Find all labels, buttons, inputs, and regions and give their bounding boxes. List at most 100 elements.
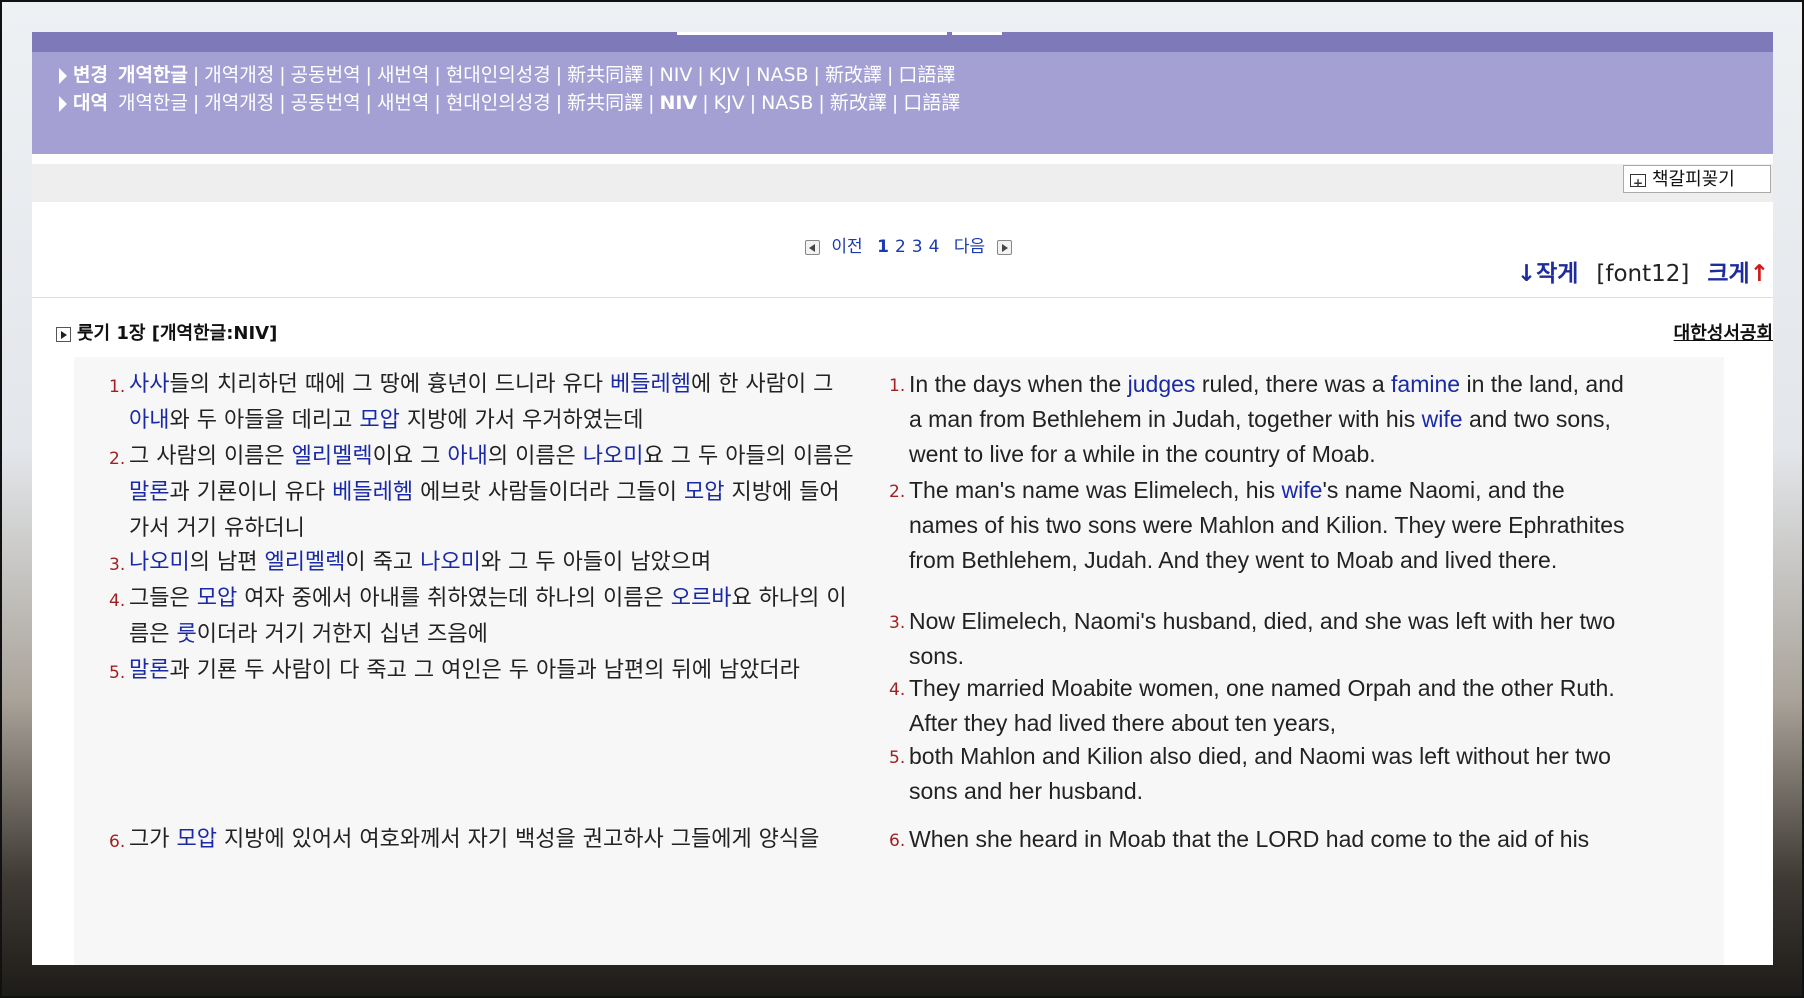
version-link[interactable]: 공동번역	[291, 64, 361, 86]
keyword-link[interactable]: 아내	[447, 444, 487, 469]
keyword-link[interactable]: 말론	[129, 658, 169, 683]
font-larger-button[interactable]: 크게↑	[1707, 261, 1769, 287]
keyword-link[interactable]: 엘리멜렉	[292, 444, 373, 469]
version-link[interactable]: 口語譯	[903, 92, 960, 114]
verse-number: 1.	[889, 376, 906, 396]
version-link[interactable]: NASB	[756, 64, 808, 86]
version-link[interactable]: 新改譯	[830, 92, 887, 114]
version-link[interactable]: NASB	[761, 92, 813, 114]
verse-number: 5.	[109, 663, 126, 683]
keyword-link[interactable]: 나오미	[420, 550, 481, 575]
bible-page: 변경 개역한글 | 개역개정 | 공동번역 | 새번역 | 현대인의성경 | 新共同譯 | NIV | KJV…	[32, 32, 1773, 965]
row-label: 변경	[73, 64, 108, 86]
separator: |	[555, 92, 563, 114]
verse-text: 그 사람의 이름은	[129, 444, 292, 469]
keyword-link[interactable]: 아내	[129, 408, 169, 433]
keyword-link[interactable]: 베들레헴	[610, 372, 691, 397]
version-link[interactable]: 口語譯	[898, 64, 955, 86]
verse: 5. 말론과 기룐 두 사람이 다 죽고 그 여인은 두 아들과 남편의 뒤에 남…	[109, 653, 859, 689]
separator: |	[434, 64, 441, 86]
separator: |	[697, 64, 704, 86]
next-arrow-icon[interactable]	[996, 239, 1012, 255]
verse-text: 지방에 있어서 여호와께서 자기 백성을 권고하사 그들에게 양식을	[216, 827, 820, 852]
keyword-link[interactable]: judges	[1128, 371, 1196, 397]
keyword-link[interactable]: 오르바	[671, 586, 732, 611]
page-link[interactable]: 2	[895, 237, 906, 257]
verse-text: 그가	[129, 827, 177, 852]
keyword-link[interactable]: wife	[1422, 406, 1463, 432]
keyword-link[interactable]: 나오미	[129, 550, 190, 575]
page-link[interactable]: 4	[929, 237, 940, 257]
verse-number: 3.	[889, 613, 906, 633]
verse-number: 5.	[889, 748, 906, 768]
separator: |	[886, 64, 894, 86]
keyword-link[interactable]: famine	[1391, 371, 1460, 397]
version-link[interactable]: 현대인의성경	[446, 64, 551, 86]
keyword-link[interactable]: 모압	[197, 586, 237, 611]
version-link[interactable]: 新共同譯	[567, 92, 643, 114]
separator: |	[555, 64, 563, 86]
top-tab-left	[677, 32, 947, 35]
version-link[interactable]: NIV	[660, 64, 693, 86]
keyword-link[interactable]: wife	[1282, 477, 1323, 503]
verse: 2. The man's name was Elimelech, his wife…	[889, 473, 1629, 578]
change-version-row: 변경 개역한글 | 개역개정 | 공동번역 | 새번역 | 현대인의성경 | 新共同譯 | NIV | KJV…	[59, 60, 955, 90]
version-link[interactable]: 개역개정	[204, 64, 274, 86]
font-smaller-button[interactable]: ↓작게	[1517, 261, 1579, 287]
version-link[interactable]: 새번역	[377, 64, 429, 86]
separator: |	[813, 64, 820, 86]
page-link[interactable]: 3	[912, 237, 923, 257]
separator: |	[192, 64, 200, 86]
separator: |	[192, 92, 200, 114]
verse-text: 여자 중에서 아내를 취하였는데 하나의 이름은	[237, 586, 671, 611]
version-link[interactable]: KJV	[709, 64, 740, 86]
version-link[interactable]: 개역한글	[118, 92, 188, 114]
verse-number: 2.	[109, 449, 126, 469]
version-link[interactable]: KJV	[714, 92, 745, 114]
verse-text: In the days when the	[909, 371, 1128, 397]
version-link[interactable]: 新共同譯	[567, 64, 643, 86]
verse-text: The man's name was Elimelech, his	[909, 477, 1282, 503]
separator: |	[279, 92, 286, 114]
version-link[interactable]: 공동번역	[291, 92, 361, 114]
version-link[interactable]: 새번역	[377, 92, 429, 114]
keyword-link[interactable]: 나오미	[583, 444, 644, 469]
verse: 6. 그가 모압 지방에 있어서 여호와께서 자기 백성을 권고하사 그들에게 양…	[109, 822, 859, 858]
verse-number: 4.	[109, 591, 126, 611]
publisher-link[interactable]: 대한성서공회	[1674, 322, 1773, 346]
version-link[interactable]: 현대인의성경	[446, 92, 551, 114]
verse-text: 이요 그	[372, 444, 448, 469]
version-link[interactable]: 新改譯	[825, 64, 882, 86]
keyword-link[interactable]: 룻	[176, 622, 196, 647]
keyword-link[interactable]: 모압	[176, 827, 216, 852]
keyword-link[interactable]: 말론	[129, 480, 169, 505]
verse-text: 와 그 두 아들이 남았으며	[480, 550, 712, 575]
top-tab-right	[952, 32, 1002, 35]
verse: 4. They married Moabite women, one named …	[889, 671, 1629, 741]
separator: |	[648, 92, 655, 114]
bookmark-label: 책갈피꽂기	[1652, 169, 1735, 190]
top-strip	[32, 32, 1773, 52]
verse-text: 의 남편	[189, 550, 265, 575]
bookmark-button[interactable]: 책갈피꽂기	[1623, 165, 1771, 197]
keyword-link[interactable]: 모압	[684, 480, 724, 505]
next-link[interactable]: 다음	[954, 237, 985, 257]
version-link[interactable]: 개역한글	[118, 64, 188, 86]
keyword-link[interactable]: 모압	[359, 408, 399, 433]
version-link[interactable]: 개역개정	[204, 92, 274, 114]
keyword-link[interactable]: 엘리멜렉	[264, 550, 345, 575]
keyword-link[interactable]: 베들레헴	[332, 480, 413, 505]
up-arrow-icon: ↑	[1749, 261, 1769, 287]
chapter-header: 룻기 1장 [개역한글:NIV]	[56, 322, 277, 346]
compare-version-row: 대역 개역한글 | 개역개정 | 공동번역 | 새번역 | 현대인의성경 | 新共同譯 | NIV | KJV…	[59, 88, 960, 118]
bookmark-bar: 책갈피꽂기	[32, 164, 1773, 202]
page-link[interactable]: 1	[877, 237, 889, 257]
keyword-link[interactable]: 사사	[129, 372, 169, 397]
play-icon[interactable]	[56, 326, 71, 342]
prev-arrow-icon[interactable]	[805, 239, 820, 255]
prev-link[interactable]: 이전	[831, 237, 862, 257]
verse-text: 이더라 거기 거한지 십년 즈음에	[196, 622, 488, 647]
version-link[interactable]: NIV	[660, 92, 698, 114]
verse-text: 와 두 아들을 데리고	[169, 408, 360, 433]
separator: |	[744, 64, 752, 86]
